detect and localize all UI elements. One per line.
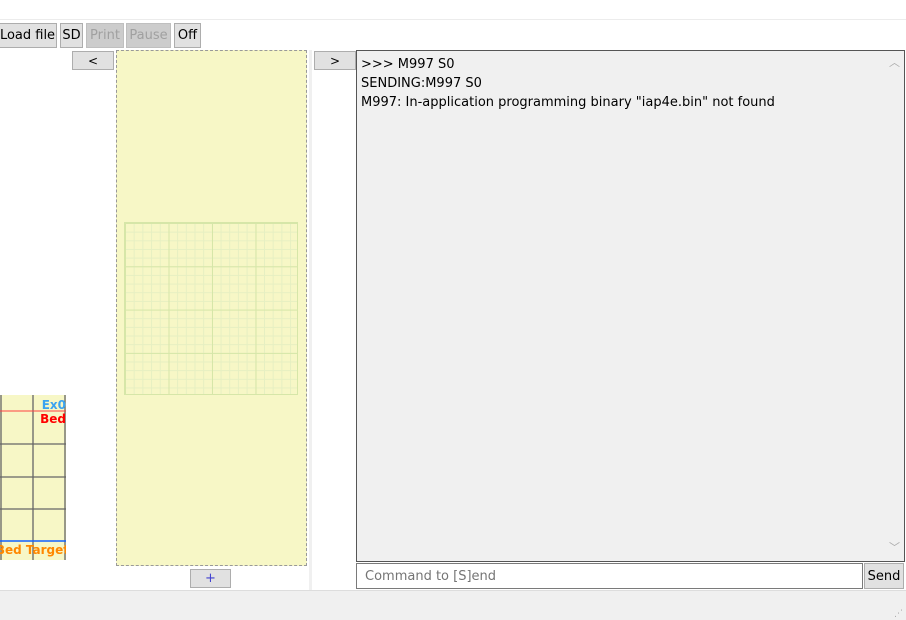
zoom-in-button[interactable]: +: [190, 569, 231, 588]
print-button[interactable]: Print: [86, 23, 124, 48]
next-panel-button[interactable]: >: [314, 51, 356, 70]
command-input[interactable]: [356, 563, 863, 589]
log-line: >>> M997 S0: [361, 57, 455, 72]
chevron-up-icon[interactable]: ︿: [889, 53, 900, 72]
bed-target-label: Bed Target: [0, 543, 66, 557]
log-scrollbar[interactable]: ︿ ﹀: [884, 51, 904, 561]
chevron-down-icon[interactable]: ﹀: [889, 538, 900, 557]
panel-splitter[interactable]: [309, 50, 312, 590]
pause-button[interactable]: Pause: [126, 23, 171, 48]
log-line: SENDING:M997 S0: [361, 76, 482, 91]
off-button[interactable]: Off: [174, 23, 201, 48]
load-file-button[interactable]: Load file: [0, 23, 57, 48]
log-line: M997: In-application programming binary …: [361, 95, 775, 110]
previous-layer-button[interactable]: <: [72, 51, 114, 70]
temperature-graph: Ex0 Bed Bed Target: [0, 395, 66, 560]
bed-label: Bed: [40, 412, 66, 426]
sd-button[interactable]: SD: [60, 23, 83, 48]
menu-separator: [0, 19, 906, 20]
resize-grip-icon[interactable]: ⋰: [894, 609, 903, 619]
send-button[interactable]: Send: [864, 563, 904, 589]
status-bar: ⋰: [0, 590, 906, 620]
console-log[interactable]: >>> M997 S0 SENDING:M997 S0 M997: In-app…: [356, 50, 905, 562]
ex0-label: Ex0: [41, 398, 66, 412]
print-bed-grid: [124, 222, 298, 395]
